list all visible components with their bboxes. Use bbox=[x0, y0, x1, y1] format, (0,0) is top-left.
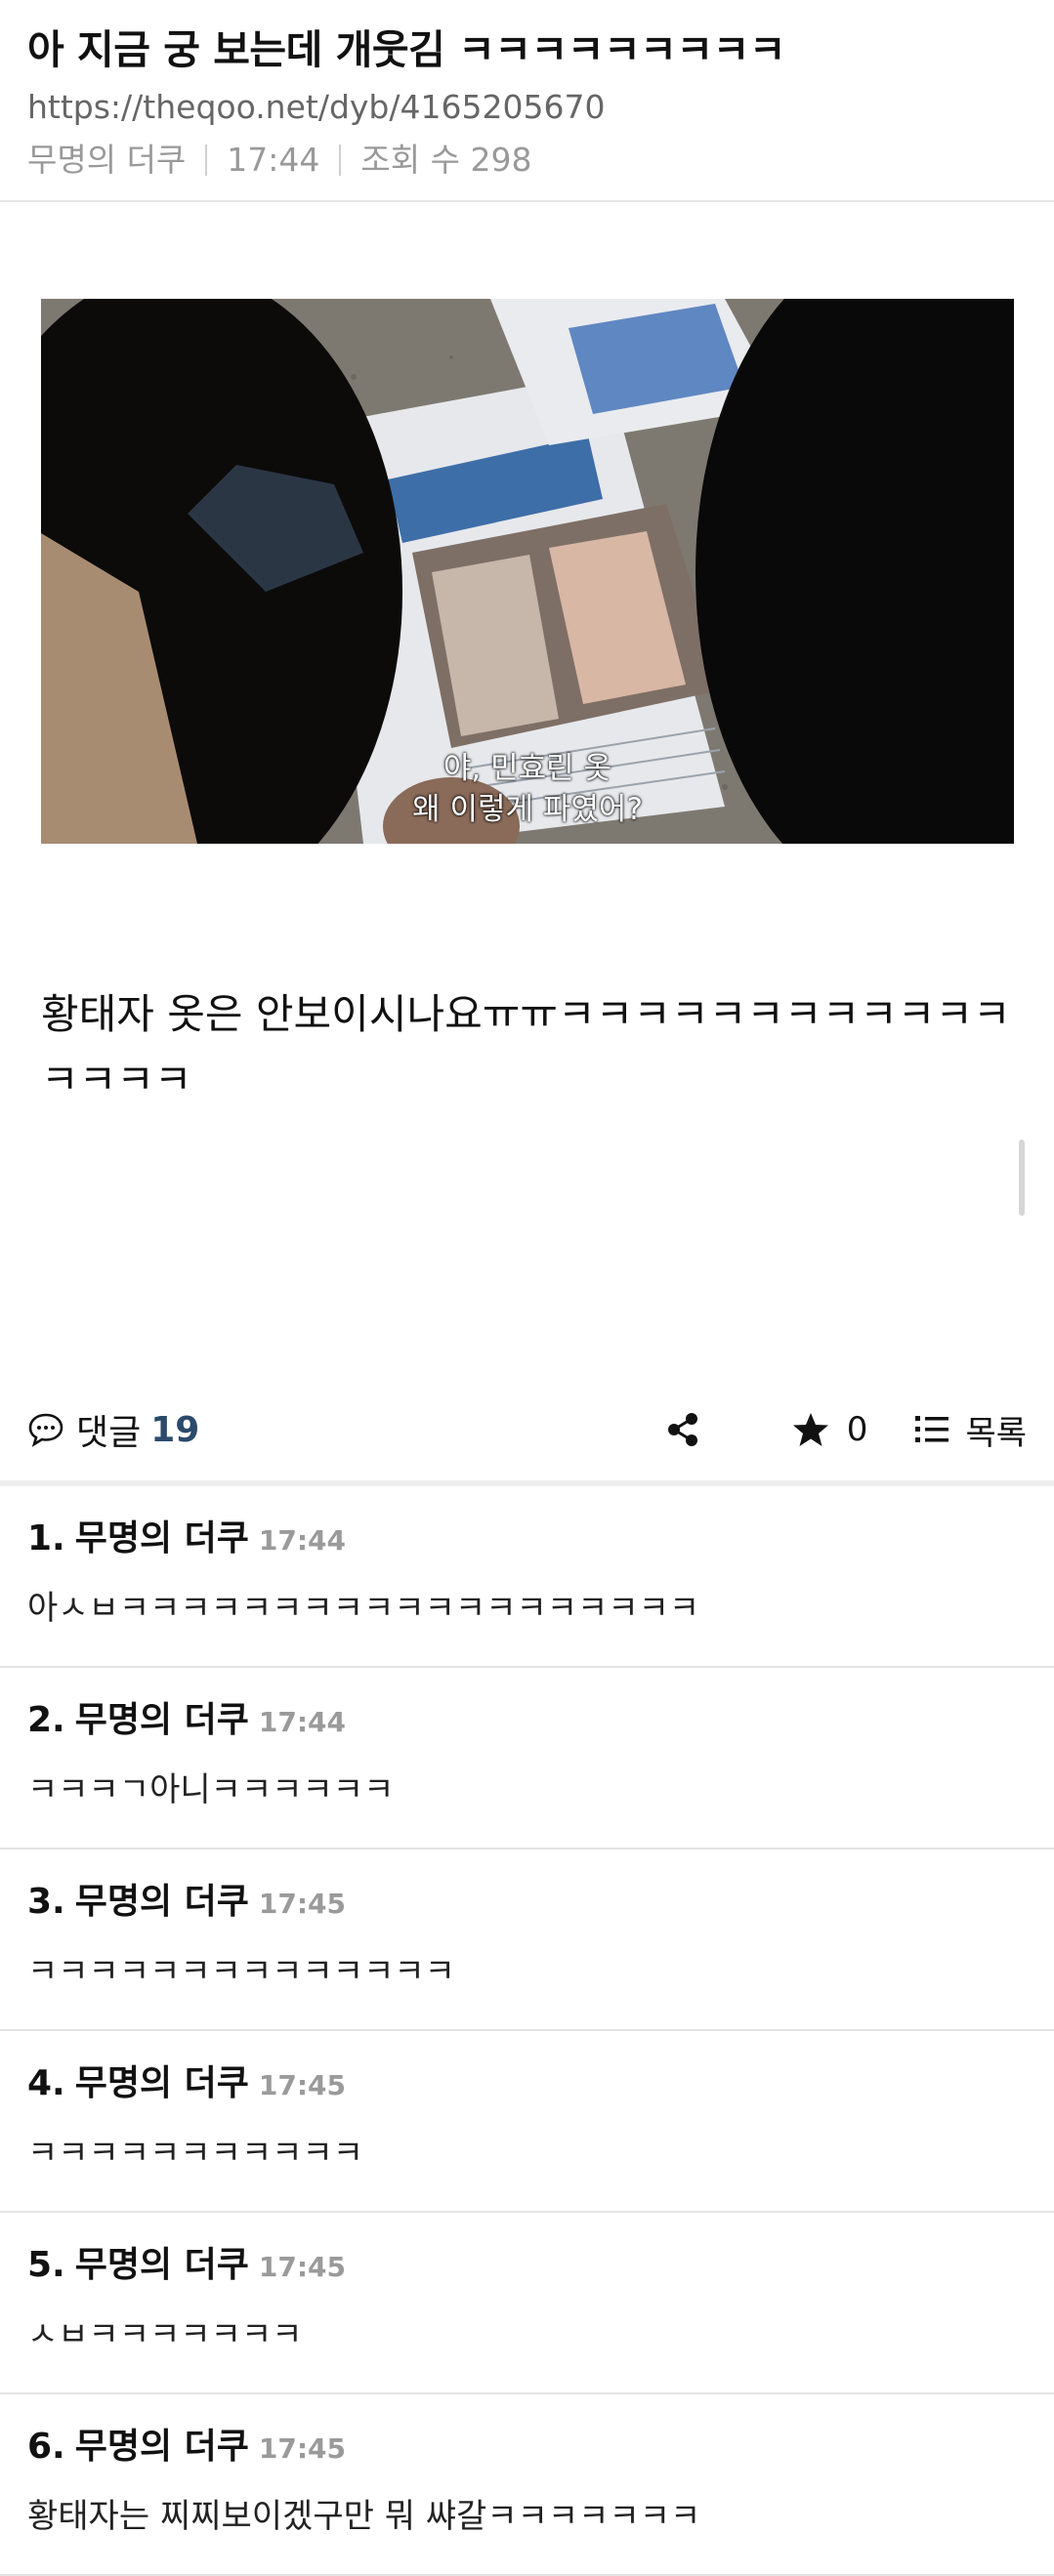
post-author[interactable]: 무명의 더쿠 bbox=[27, 139, 186, 182]
comment-number: 2. bbox=[27, 1700, 65, 1740]
list-label: 목록 bbox=[965, 1413, 1027, 1453]
speech-bubble-icon bbox=[28, 1413, 63, 1447]
comment-number: 5. bbox=[27, 2245, 65, 2285]
comment-number: 3. bbox=[27, 1882, 65, 1922]
list-button[interactable]: 목록 bbox=[914, 1406, 1027, 1454]
comment-item[interactable]: 1. 무명의 더쿠 17:44 아ㅅㅂㅋㅋㅋㅋㅋㅋㅋㅋㅋㅋㅋㅋㅋㅋㅋㅋㅋㅋㅋ bbox=[0, 1486, 1054, 1668]
post-title: 아 지금 궁 보는데 개웃김 ㅋㅋㅋㅋㅋㅋㅋㅋㅋ bbox=[27, 26, 786, 73]
comments-label: 댓글 bbox=[76, 1413, 142, 1453]
post-toolbar: 댓글 19 0 목록 bbox=[0, 1379, 1054, 1486]
meta-divider bbox=[205, 145, 208, 176]
comment-author[interactable]: 무명의 더쿠 bbox=[75, 1699, 249, 1742]
comment-author[interactable]: 무명의 더쿠 bbox=[75, 2062, 249, 2105]
subtitle-line-2: 왜 이렇게 파였어? bbox=[412, 792, 643, 827]
post-meta: 무명의 더쿠 17:44 조회 수 298 bbox=[27, 139, 1027, 182]
comment-list: 1. 무명의 더쿠 17:44 아ㅅㅂㅋㅋㅋㅋㅋㅋㅋㅋㅋㅋㅋㅋㅋㅋㅋㅋㅋㅋㅋ 2. 무명의… bbox=[0, 1486, 1054, 2576]
comment-time: 17:44 bbox=[258, 1706, 347, 1738]
comment-header: 5. 무명의 더쿠 17:45 bbox=[27, 2244, 1027, 2289]
star-count: 0 bbox=[846, 1410, 868, 1449]
comment-header: 3. 무명의 더쿠 17:45 bbox=[27, 1881, 1027, 1926]
post-time: 17:44 bbox=[227, 141, 320, 179]
comment-number: 1. bbox=[27, 1518, 65, 1558]
post-header: 아 지금 궁 보는데 개웃김 ㅋㅋㅋㅋㅋㅋㅋㅋㅋ https://theqoo.… bbox=[0, 0, 1054, 202]
comment-author[interactable]: 무명의 더쿠 bbox=[75, 2426, 249, 2469]
comment-header: 2. 무명의 더쿠 17:44 bbox=[27, 1699, 1027, 1744]
scrollbar[interactable] bbox=[1019, 1140, 1025, 1216]
comments-count: 19 bbox=[150, 1409, 200, 1450]
share-icon bbox=[667, 1413, 697, 1446]
comment-time: 17:45 bbox=[258, 1888, 347, 1920]
comment-text: 황태자는 찌찌보이겠구만 뭐 쌰갈ㅋㅋㅋㅋㅋㅋㅋ bbox=[27, 2497, 701, 2536]
article-body: 야, 민효린 옷 왜 이렇게 파였어? 황태자 옷은 안보이시나요ㅠㅠㅋㅋㅋㅋㅋ… bbox=[0, 202, 1054, 1379]
post-image[interactable]: 야, 민효린 옷 왜 이렇게 파였어? bbox=[41, 299, 1014, 844]
comment-time: 17:45 bbox=[258, 2069, 347, 2101]
comment-text: ㅋㅋㅋㄱ아니ㅋㅋㅋㅋㅋㅋ bbox=[27, 1770, 395, 1809]
comment-author[interactable]: 무명의 더쿠 bbox=[75, 1517, 249, 1560]
comment-text: 아ㅅㅂㅋㅋㅋㅋㅋㅋㅋㅋㅋㅋㅋㅋㅋㅋㅋㅋㅋㅋㅋ bbox=[27, 1589, 700, 1628]
list-icon bbox=[915, 1416, 949, 1442]
star-button[interactable]: 0 bbox=[792, 1410, 868, 1449]
post-body-text: 황태자 옷은 안보이시나요ㅠㅠㅋㅋㅋㅋㅋㅋㅋㅋㅋㅋㅋㅋㅋㅋㅋㅋ bbox=[41, 990, 1011, 1103]
share-button[interactable] bbox=[665, 1411, 700, 1448]
comment-item[interactable]: 2. 무명의 더쿠 17:44 ㅋㅋㅋㄱ아니ㅋㅋㅋㅋㅋㅋ bbox=[0, 1668, 1054, 1849]
comment-text: ㅋㅋㅋㅋㅋㅋㅋㅋㅋㅋㅋㅋㅋㅋ bbox=[27, 1952, 455, 1991]
comment-number: 4. bbox=[27, 2063, 65, 2103]
comment-author[interactable]: 무명의 더쿠 bbox=[75, 1881, 249, 1924]
post-views: 조회 수 298 bbox=[360, 141, 532, 179]
comments-count-button[interactable]: 댓글 19 bbox=[27, 1404, 199, 1455]
comment-item[interactable]: 6. 무명의 더쿠 17:45 황태자는 찌찌보이겠구만 뭐 쌰갈ㅋㅋㅋㅋㅋㅋㅋ bbox=[0, 2394, 1054, 2576]
comment-header: 1. 무명의 더쿠 17:44 bbox=[27, 1517, 1027, 1562]
comment-time: 17:45 bbox=[258, 2432, 347, 2465]
comment-author[interactable]: 무명의 더쿠 bbox=[75, 2244, 249, 2287]
subtitle-line-1: 야, 민효린 옷 bbox=[443, 751, 612, 786]
comment-time: 17:44 bbox=[258, 1524, 347, 1557]
comment-item[interactable]: 3. 무명의 더쿠 17:45 ㅋㅋㅋㅋㅋㅋㅋㅋㅋㅋㅋㅋㅋㅋ bbox=[0, 1849, 1054, 2031]
star-icon bbox=[792, 1413, 828, 1446]
meta-divider bbox=[339, 145, 342, 176]
comment-header: 4. 무명의 더쿠 17:45 bbox=[27, 2062, 1027, 2107]
comment-header: 6. 무명의 더쿠 17:45 bbox=[27, 2426, 1027, 2471]
comment-item[interactable]: 5. 무명의 더쿠 17:45 ㅅㅂㅋㅋㅋㅋㅋㅋㅋ bbox=[0, 2213, 1054, 2394]
comment-text: ㅋㅋㅋㅋㅋㅋㅋㅋㅋㅋㅋ bbox=[27, 2134, 364, 2173]
post-url[interactable]: https://theqoo.net/dyb/4165205670 bbox=[27, 86, 1027, 129]
comment-text: ㅅㅂㅋㅋㅋㅋㅋㅋㅋ bbox=[27, 2315, 303, 2354]
comment-time: 17:45 bbox=[258, 2251, 347, 2283]
comment-item[interactable]: 4. 무명의 더쿠 17:45 ㅋㅋㅋㅋㅋㅋㅋㅋㅋㅋㅋ bbox=[0, 2031, 1054, 2213]
comment-number: 6. bbox=[27, 2427, 65, 2467]
